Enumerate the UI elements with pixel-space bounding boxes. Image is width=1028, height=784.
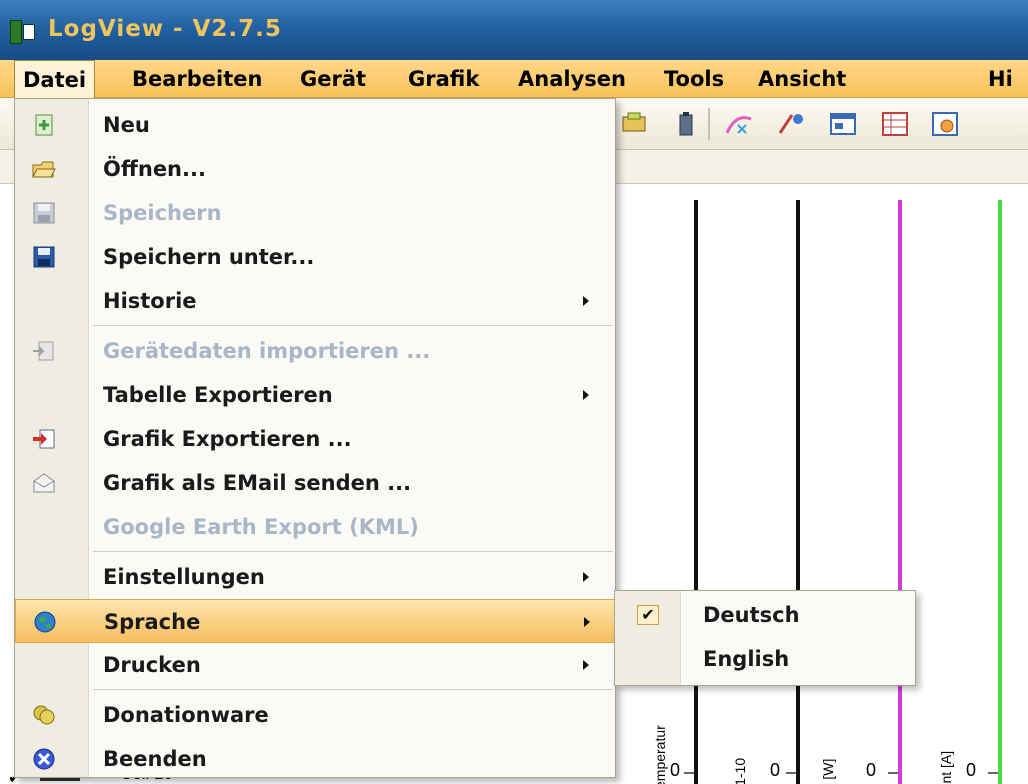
axis-line-temperatur[interactable] — [694, 200, 698, 784]
email-send-icon — [31, 471, 57, 495]
submenu-arrow-icon — [583, 390, 589, 400]
menu-item-speichern[interactable]: Speichern — [15, 191, 615, 235]
save-icon — [31, 201, 57, 225]
axis-line-power[interactable] — [898, 200, 902, 784]
menu-bar: Datei Bearbeiten Gerät Grafik Analysen T… — [0, 60, 1028, 98]
axis-line-cell[interactable] — [796, 200, 800, 784]
toolbar-separator — [708, 108, 710, 140]
checkmark-icon: ✔ — [637, 605, 659, 625]
language-submenu: ✔ Deutsch English — [614, 590, 916, 686]
menu-grafik[interactable]: Grafik — [400, 60, 487, 98]
menu-item-grafik-email[interactable]: Grafik als EMail senden ... — [15, 461, 615, 505]
menu-separator — [93, 551, 613, 552]
exit-icon — [31, 747, 57, 771]
submenu-arrow-icon — [583, 572, 589, 582]
clock-toolbar-icon[interactable] — [930, 109, 960, 139]
submenu-arrow-icon — [584, 617, 590, 627]
axis-label-cell: ll 1-10 — [732, 757, 748, 784]
menu-ansicht[interactable]: Ansicht — [750, 60, 854, 98]
menu-item-speichern-unter[interactable]: Speichern unter... — [15, 235, 615, 279]
window-toolbar-icon[interactable] — [828, 109, 858, 139]
open-folder-icon — [31, 157, 57, 181]
axis-label-power: er [W] — [820, 758, 836, 784]
file-menu: Neu Öffnen... Speichern Speichern unter.… — [14, 98, 616, 778]
menu-item-deutsch[interactable]: ✔ Deutsch — [615, 593, 915, 637]
curve-toolbar-icon[interactable] — [724, 109, 754, 139]
axis-tick — [988, 772, 998, 774]
menu-geraet[interactable]: Gerät — [292, 60, 374, 98]
menu-tools[interactable]: Tools — [656, 60, 732, 98]
menu-item-grafik-exportieren[interactable]: Grafik Exportieren ... — [15, 417, 615, 461]
menu-item-drucken[interactable]: Drucken — [15, 643, 615, 687]
table-toolbar-icon[interactable] — [880, 109, 910, 139]
menu-datei[interactable]: Datei — [14, 60, 96, 98]
graphic-export-icon — [31, 427, 57, 451]
menu-item-beenden[interactable]: Beenden — [15, 737, 615, 781]
marker-toolbar-icon[interactable] — [776, 109, 806, 139]
menu-analysen[interactable]: Analysen — [510, 60, 634, 98]
coins-icon — [31, 703, 57, 727]
axis-line-current[interactable] — [998, 200, 1002, 784]
menu-item-tabelle-exportieren[interactable]: Tabelle Exportieren — [15, 373, 615, 417]
axis-zero-temperatur: 0 — [670, 760, 681, 780]
window-title: LogView - V2.7.5 — [48, 16, 282, 42]
menu-separator — [93, 325, 613, 326]
axis-label-temperatur: Temperatur — [652, 725, 668, 784]
menu-item-neu[interactable]: Neu — [15, 103, 615, 147]
save-as-icon — [31, 245, 57, 269]
menu-hilfe[interactable]: Hi — [980, 60, 1021, 98]
menu-item-donationware[interactable]: Donationware — [15, 693, 615, 737]
globe-icon — [32, 610, 58, 634]
device-import-icon — [31, 339, 57, 363]
axis-tick — [684, 772, 694, 774]
menu-separator — [93, 689, 613, 690]
menu-item-google-earth-export[interactable]: Google Earth Export (KML) — [15, 505, 615, 549]
axis-tick — [888, 772, 898, 774]
menu-item-einstellungen[interactable]: Einstellungen — [15, 555, 615, 599]
axis-zero-current: 0 — [966, 760, 977, 780]
title-bar: LogView - V2.7.5 — [0, 0, 1028, 60]
axis-tick — [786, 772, 796, 774]
menu-item-oeffnen[interactable]: Öffnen... — [15, 147, 615, 191]
menu-item-english[interactable]: English — [615, 637, 915, 681]
menu-item-historie[interactable]: Historie — [15, 279, 615, 323]
menu-item-sprache[interactable]: Sprache — [15, 599, 615, 643]
app-icon — [10, 20, 36, 44]
new-file-icon — [31, 113, 57, 137]
axis-label-current: rent [A] — [938, 750, 954, 784]
axis-zero-power: 0 — [866, 760, 877, 780]
menu-bearbeiten[interactable]: Bearbeiten — [124, 60, 270, 98]
menu-item-geraetedaten-importieren[interactable]: Gerätedaten importieren ... — [15, 329, 615, 373]
device-toolbar-icon[interactable] — [620, 109, 650, 139]
submenu-arrow-icon — [583, 660, 589, 670]
battery-toolbar-icon[interactable] — [672, 109, 702, 139]
submenu-arrow-icon — [583, 296, 589, 306]
axis-zero-cell: 0 — [770, 760, 781, 780]
